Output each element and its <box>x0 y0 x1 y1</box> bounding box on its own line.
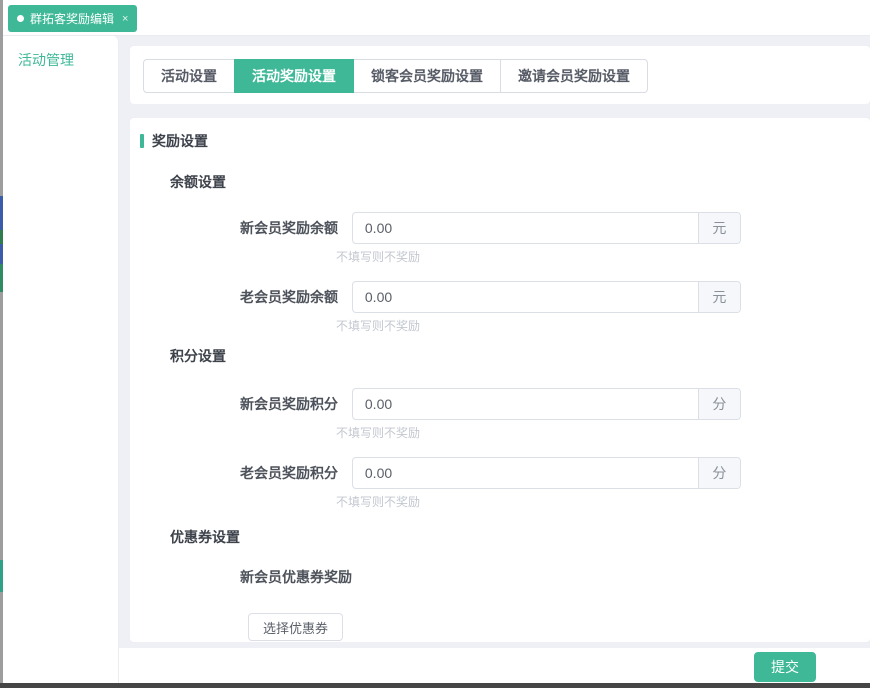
field-label: 新会员奖励积分 <box>240 388 338 420</box>
field-hint: 不填写则不奖励 <box>336 493 741 510</box>
section-header: 奖励设置 <box>140 131 208 151</box>
unit-addon: 分 <box>698 458 740 488</box>
new-member-balance-input-group: 元 <box>352 212 741 244</box>
main-content: 活动设置 活动奖励设置 锁客会员奖励设置 邀请会员奖励设置 奖励设置 余额设置 … <box>119 36 870 688</box>
active-dot-icon <box>17 15 24 22</box>
tab-activity-settings[interactable]: 活动设置 <box>143 59 235 93</box>
tab-lock-member-reward-settings[interactable]: 锁客会员奖励设置 <box>353 59 501 93</box>
section-accent-bar <box>140 134 144 148</box>
settings-tab-group: 活动设置 活动奖励设置 锁客会员奖励设置 邀请会员奖励设置 <box>143 59 648 93</box>
window-bottom-edge <box>0 683 870 688</box>
sidebar-item-activity-management[interactable]: 活动管理 <box>3 36 118 70</box>
old-member-balance-input-group: 元 <box>352 281 741 313</box>
sidebar: 活动管理 <box>3 36 119 688</box>
field-old-member-balance: 老会员奖励余额 元 不填写则不奖励 <box>240 281 741 334</box>
form-footer: 提交 <box>119 648 870 683</box>
old-member-balance-input[interactable] <box>353 282 698 312</box>
page-tab-label: 群拓客奖励编辑 <box>30 10 114 27</box>
new-member-points-input-group: 分 <box>352 388 741 420</box>
field-label: 新会员奖励余额 <box>240 212 338 244</box>
select-coupon-button[interactable]: 选择优惠券 <box>248 613 343 641</box>
field-hint: 不填写则不奖励 <box>336 248 741 265</box>
field-new-member-balance: 新会员奖励余额 元 不填写则不奖励 <box>240 212 741 265</box>
old-member-points-input[interactable] <box>353 458 698 488</box>
field-hint: 不填写则不奖励 <box>336 424 741 441</box>
open-page-tab[interactable]: 群拓客奖励编辑 × <box>8 5 137 32</box>
field-label: 老会员奖励积分 <box>240 457 338 489</box>
section-title: 奖励设置 <box>152 131 208 151</box>
unit-addon: 元 <box>698 213 740 243</box>
new-member-balance-input[interactable] <box>353 213 698 243</box>
new-member-coupon-reward-label: 新会员优惠券奖励 <box>240 567 352 587</box>
new-member-points-input[interactable] <box>353 389 698 419</box>
reward-settings-form: 奖励设置 余额设置 新会员奖励余额 元 不填写则不奖励 老会员奖励余额 元 不填… <box>130 118 870 642</box>
group-title-coupon: 优惠券设置 <box>170 527 240 547</box>
field-hint: 不填写则不奖励 <box>336 317 741 334</box>
tabs-card: 活动设置 活动奖励设置 锁客会员奖励设置 邀请会员奖励设置 <box>130 46 870 104</box>
group-title-balance: 余额设置 <box>170 172 226 192</box>
unit-addon: 分 <box>698 389 740 419</box>
submit-button[interactable]: 提交 <box>754 652 816 682</box>
old-member-points-input-group: 分 <box>352 457 741 489</box>
field-label: 老会员奖励余额 <box>240 281 338 313</box>
field-old-member-points: 老会员奖励积分 分 不填写则不奖励 <box>240 457 741 510</box>
tab-activity-reward-settings[interactable]: 活动奖励设置 <box>234 59 354 93</box>
field-new-member-points: 新会员奖励积分 分 不填写则不奖励 <box>240 388 741 441</box>
app-window: 群拓客奖励编辑 × 活动管理 活动设置 活动奖励设置 锁客会员奖励设置 邀请会员… <box>0 0 870 688</box>
close-icon[interactable]: × <box>122 13 128 25</box>
page-tab-bar: 群拓客奖励编辑 × <box>3 0 870 36</box>
unit-addon: 元 <box>698 282 740 312</box>
tab-invite-member-reward-settings[interactable]: 邀请会员奖励设置 <box>500 59 648 93</box>
group-title-points: 积分设置 <box>170 346 226 366</box>
